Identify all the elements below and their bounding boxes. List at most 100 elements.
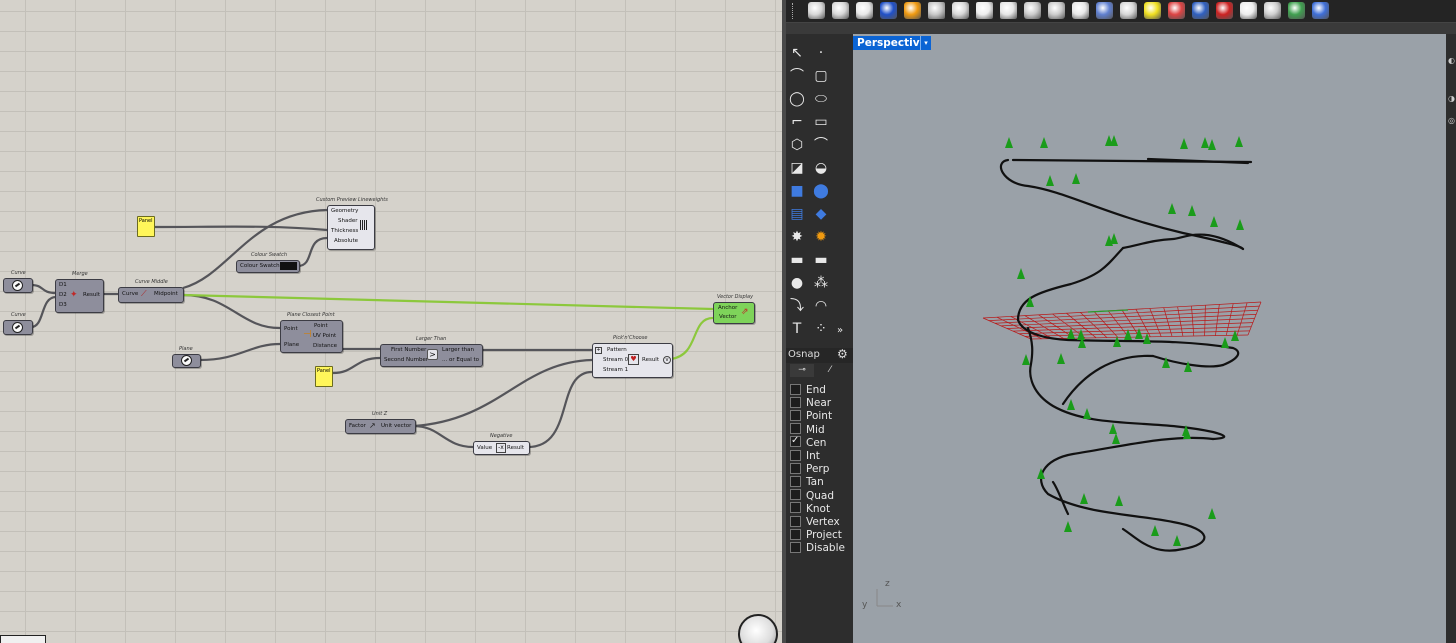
explode-icon[interactable]: ✸ — [787, 227, 807, 247]
curve-middle-input[interactable]: Curve — [122, 291, 138, 297]
pattern-expand-icon[interactable]: + — [595, 347, 602, 354]
plane-closest-input-plane[interactable]: Plane — [284, 342, 299, 348]
zoom-extents-icon[interactable] — [856, 2, 873, 19]
osnap-item-vertex[interactable]: Vertex — [790, 515, 840, 529]
osnap-item-perp[interactable]: Perp — [790, 462, 829, 476]
toolbar-grip[interactable] — [792, 3, 796, 19]
join-icon[interactable]: ▬ — [811, 250, 831, 270]
osnap-checkbox[interactable] — [790, 462, 801, 474]
box-outline-icon[interactable] — [1264, 2, 1281, 19]
ellipse-icon[interactable]: ⬭ — [811, 89, 831, 109]
osnap-checkbox[interactable] — [790, 515, 801, 527]
snap-icon[interactable] — [1168, 2, 1185, 19]
plane-closest-output-point[interactable]: Point — [314, 323, 328, 329]
osnap-checkbox[interactable] — [790, 475, 801, 487]
osnap-item-cen[interactable]: Cen — [790, 434, 826, 450]
plane-closest-output-distance[interactable]: Distance — [313, 343, 337, 349]
unit-z-component[interactable]: Unit Z Factor ↗ Unit vector — [345, 411, 416, 434]
rebuild-icon[interactable]: ◒ — [811, 158, 831, 178]
larger-than-output-1[interactable]: Larger than — [442, 347, 474, 353]
plane-param[interactable]: Plane — [172, 346, 201, 368]
custom-preview-input-shader[interactable]: Shader — [338, 218, 357, 224]
panel-icon-2[interactable]: ◑ — [1448, 94, 1455, 103]
pick-input-stream0[interactable]: Stream 0 — [603, 357, 628, 363]
viewport-menu-dropdown-icon[interactable]: ▾ — [920, 36, 931, 50]
curve-tool-icon[interactable]: ◠ — [811, 296, 831, 316]
osnap-checkbox[interactable] — [790, 449, 801, 461]
transform-icon[interactable] — [1288, 2, 1305, 19]
larger-than-component[interactable]: Larger Than First Number Second Number >… — [380, 336, 483, 367]
shaded-icon[interactable] — [952, 2, 969, 19]
pick-input-stream1[interactable]: Stream 1 — [603, 367, 628, 373]
osnap-item-near[interactable]: Near — [790, 396, 831, 410]
panel-mid[interactable]: Panel — [315, 366, 333, 387]
bottle-fill-icon[interactable] — [1072, 2, 1089, 19]
boolean-icon[interactable]: ✹ — [811, 227, 831, 247]
osnap-item-disable[interactable]: Disable — [790, 541, 845, 555]
custom-preview-input-absolute[interactable]: Absolute — [334, 238, 358, 244]
curve-param-1[interactable]: Curve — [3, 270, 33, 293]
osnap-checkbox[interactable] — [790, 409, 801, 421]
panel-icon-3[interactable]: ◎ — [1448, 116, 1455, 125]
more-tools-chevron-icon[interactable]: » — [830, 321, 850, 341]
select-arrow-icon[interactable]: ↖ — [787, 43, 807, 63]
bottle-outline-icon[interactable] — [1048, 2, 1065, 19]
panel-top[interactable]: Panel — [137, 216, 155, 237]
perspective-viewport[interactable]: z y x — [853, 34, 1446, 643]
vector-display-input-vector[interactable]: Vector — [719, 314, 737, 320]
plane-closest-output-uv[interactable]: UV Point — [313, 333, 336, 339]
graft-output-icon[interactable]: v — [663, 356, 671, 364]
render-sphere-icon[interactable] — [880, 2, 897, 19]
grasshopper-canvas[interactable]: Curve Curve Merge D1 D2 D3 ✦ Result Curv… — [0, 0, 782, 643]
custom-preview-component[interactable]: Custom Preview Lineweights Geometry Shad… — [316, 197, 388, 250]
grid-sphere-icon[interactable] — [1096, 2, 1113, 19]
osnap-checkbox[interactable] — [790, 489, 801, 501]
osnap-checkbox[interactable] — [790, 423, 801, 435]
osnap-checkbox[interactable] — [790, 396, 801, 408]
custom-preview-input-geometry[interactable]: Geometry — [331, 208, 358, 214]
osnap-tab-filter[interactable]: ⁄ — [818, 364, 842, 377]
extrude-icon[interactable]: ◪ — [787, 158, 807, 178]
negative-input[interactable]: Value — [477, 445, 492, 451]
polyline-icon[interactable]: ⌒ — [787, 66, 807, 86]
view-icon[interactable] — [808, 2, 825, 19]
split-icon[interactable]: ▬ — [787, 250, 807, 270]
surface-blend-icon[interactable]: ◆ — [811, 204, 831, 224]
osnap-item-knot[interactable]: Knot — [790, 502, 830, 516]
ungroup-icon[interactable]: ⁂ — [811, 273, 831, 293]
merge-input-d2[interactable]: D2 — [59, 292, 67, 298]
custom-preview-input-thickness[interactable]: Thickness — [331, 228, 358, 234]
zoom-window-icon[interactable] — [832, 2, 849, 19]
osnap-item-quad[interactable]: Quad — [790, 489, 834, 503]
osnap-checkbox[interactable] — [790, 528, 801, 540]
curve-middle-component[interactable]: Curve Middle Curve ⟋ Midpoint — [118, 279, 184, 303]
point-icon[interactable]: · — [811, 43, 831, 63]
osnap-checkbox[interactable] — [790, 541, 801, 553]
curve-param-2[interactable]: Curve — [3, 312, 33, 335]
panel-icon-1[interactable]: ◐ — [1448, 56, 1455, 65]
polygon-icon[interactable]: ⬡ — [787, 135, 807, 155]
fillet-icon[interactable]: ⌒ — [811, 135, 831, 155]
osnap-checkbox[interactable] — [790, 434, 801, 448]
settings-gear-icon[interactable]: ⚙ — [837, 347, 848, 361]
osnap-item-point[interactable]: Point — [790, 409, 832, 423]
osnap-item-int[interactable]: Int — [790, 449, 820, 463]
material-sphere-icon[interactable] — [904, 2, 921, 19]
pick-input-pattern[interactable]: Pattern — [607, 347, 627, 353]
plane-closest-point-component[interactable]: Plane Closest Point Point Plane ⊣ Point … — [280, 312, 343, 353]
unit-z-input[interactable]: Factor — [349, 423, 366, 429]
bottle-icon[interactable] — [1024, 2, 1041, 19]
circle-icon[interactable]: ◯ — [787, 89, 807, 109]
osnap-checkbox[interactable] — [790, 502, 801, 514]
grid-icon[interactable] — [1312, 2, 1329, 19]
sphere-icon[interactable] — [1120, 2, 1137, 19]
merge-input-d3[interactable]: D3 — [59, 302, 67, 308]
negative-output[interactable]: Result — [507, 445, 524, 451]
osnap-checkbox[interactable] — [790, 383, 801, 395]
vector-display-component[interactable]: Vector Display Anchor Vector ⇗ — [713, 294, 755, 324]
osnap-item-tan[interactable]: Tan — [790, 475, 824, 489]
colour-swatch-component[interactable]: Colour Swatch Colour Swatch — [236, 252, 300, 273]
box-icon[interactable]: ■ — [787, 181, 807, 201]
canvas-corner-widget[interactable] — [0, 635, 46, 643]
wireframe-icon[interactable] — [928, 2, 945, 19]
